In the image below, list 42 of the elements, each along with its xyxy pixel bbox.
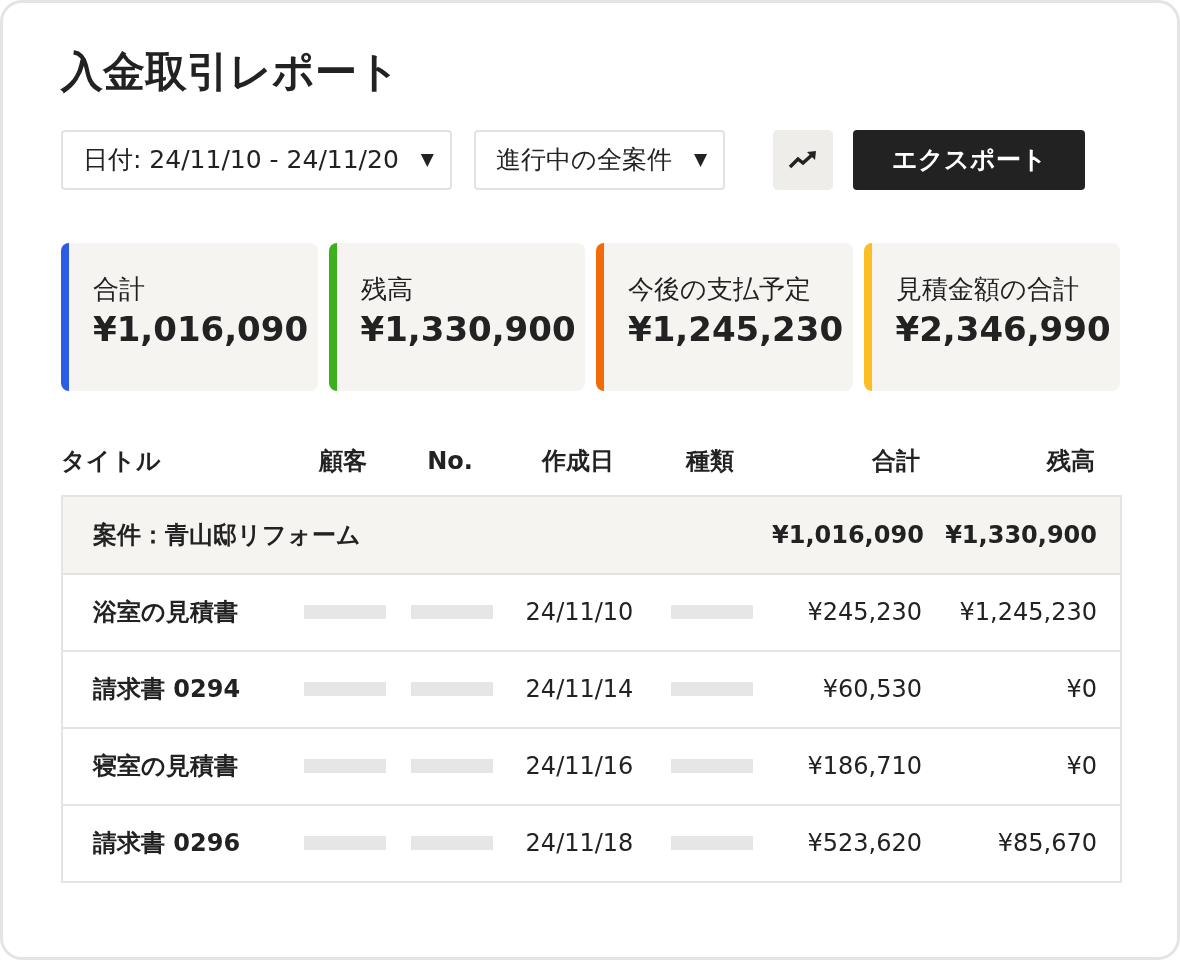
table-cell-text: ¥186,710 — [806, 751, 922, 783]
stat-value: ¥1,245,230 — [628, 308, 845, 352]
export-button[interactable]: エクスポート — [853, 129, 1085, 190]
table-cell-text: 24/11/14 — [524, 674, 635, 706]
row-title: 寝室の見積書 — [91, 751, 239, 783]
table-cell-text: ¥1,245,230 — [958, 597, 1097, 629]
stat-label: 合計 — [93, 272, 146, 306]
filter-dropdown[interactable]: 進行中の全案件 ▼ — [473, 129, 725, 190]
table-cell-text: ¥1,330,900 — [944, 519, 1097, 551]
column-header: No. — [426, 445, 474, 477]
table-cell-text: 24/11/10 — [524, 597, 635, 629]
stat-value: ¥2,346,990 — [895, 308, 1112, 352]
column-header: 顧客 — [317, 445, 368, 477]
table-cell-text: ¥85,670 — [996, 828, 1097, 860]
column-header: 作成日 — [540, 445, 615, 477]
table-cell-text: ¥60,530 — [821, 674, 922, 706]
table-cell-text: ¥0 — [1065, 674, 1097, 706]
table-cell-text: ¥245,230 — [806, 597, 922, 629]
filter-dropdown[interactable]: 日付: 24/11/10 - 24/11/20 ▼ — [61, 129, 452, 190]
row-title: 浴室の見積書 — [92, 597, 239, 629]
table-cell-text: 24/11/18 — [524, 828, 635, 860]
row-title: 請求書 0294 — [92, 674, 242, 706]
column-header: タイトル — [61, 445, 162, 477]
caret-icon: ▼ — [420, 146, 434, 173]
stat-label: 今後の支払予定 — [628, 272, 812, 306]
column-header: 合計 — [871, 445, 920, 477]
table-cell-text: ¥0 — [1065, 751, 1097, 783]
stat-value: ¥1,016,090 — [93, 308, 310, 352]
trend-up-icon — [788, 149, 818, 170]
stat-label: 見積金額の合計 — [895, 272, 1080, 306]
stat-label: 残高 — [360, 272, 414, 306]
table-cell-text: 24/11/16 — [524, 751, 635, 783]
column-header: 残高 — [1045, 445, 1095, 477]
column-header: 種類 — [684, 445, 735, 477]
row-title: 請求書 0296 — [92, 828, 242, 860]
report-title: 入金取引レポート — [61, 46, 401, 98]
caret-icon: ▼ — [693, 146, 707, 173]
trend-chart-button[interactable] — [773, 129, 833, 190]
table-cell-text: ¥523,620 — [806, 828, 922, 860]
group-title: 案件：青山邸リフォーム — [92, 519, 362, 551]
table-cell-text: ¥1,016,090 — [772, 519, 922, 551]
stat-value: ¥1,330,900 — [360, 308, 577, 352]
